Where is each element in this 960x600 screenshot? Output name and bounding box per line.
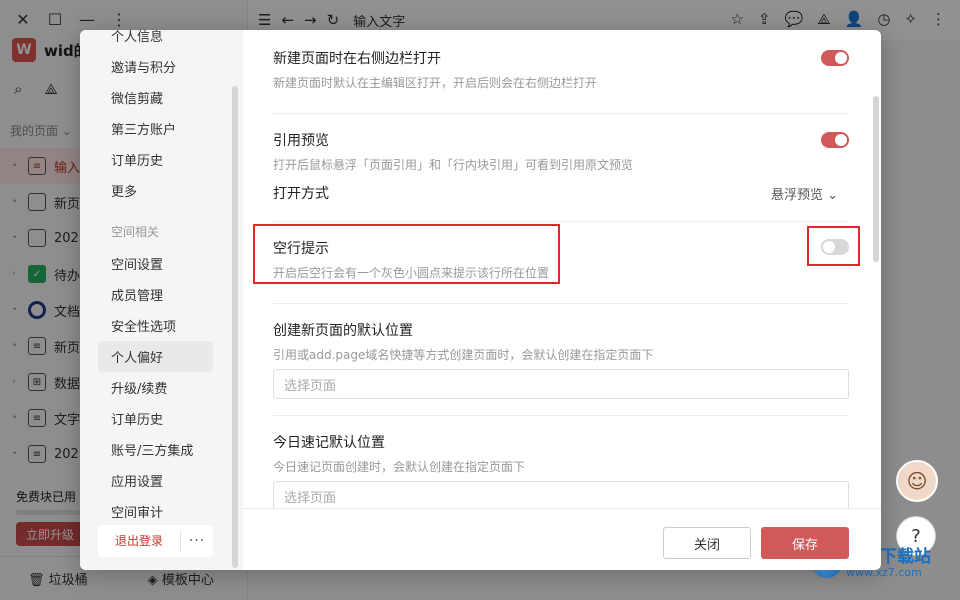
setting-desc: 打开后鼠标悬浮「页面引用」和「行内块引用」可看到引用原文预览: [273, 158, 634, 172]
setting-title: 新建页面时在右侧边栏打开: [273, 51, 441, 67]
toggle-new-page-right[interactable]: [821, 50, 849, 66]
nav-item-upgrade[interactable]: 升级/续费: [80, 372, 243, 403]
nav-section-space: 空间相关: [111, 225, 160, 239]
divider: [273, 113, 849, 114]
highlight-box-setting: [253, 224, 560, 284]
setting-daily-note-default: 今日速记默认位置 今日速记页面创建时，会默认创建在指定页面下: [273, 432, 849, 475]
setting-desc: 引用或add.page域名快捷等方式创建页面时，会默认创建在指定页面下: [273, 348, 654, 362]
nav-item-app-settings[interactable]: 应用设置: [80, 465, 243, 496]
setting-open-mode: 打开方式: [273, 183, 849, 203]
settings-content: 新建页面时在右侧边栏打开 新建页面时默认在主编辑区打开，开启后则会在右侧边栏打开…: [243, 30, 881, 508]
nav-item-third-party[interactable]: 第三方账户: [80, 113, 243, 144]
setting-desc: 今日速记页面创建时，会默认创建在指定页面下: [273, 460, 526, 474]
avatar[interactable]: ☺: [896, 460, 938, 502]
open-mode-select[interactable]: 悬浮预览 ⌄: [771, 184, 838, 203]
setting-title: 创建新页面的默认位置: [273, 323, 413, 339]
nav-scrollbar[interactable]: [232, 86, 238, 568]
setting-new-page-default: 创建新页面的默认位置 引用或add.page域名快捷等方式创建页面时，会默认创建…: [273, 320, 849, 363]
settings-nav: 个人信息 邀请与积分 微信剪藏 第三方账户 订单历史 更多 空间相关 空间设置 …: [80, 30, 243, 570]
setting-new-page-right: 新建页面时在右侧边栏打开 新建页面时默认在主编辑区打开，开启后则会在右侧边栏打开: [273, 48, 849, 91]
nav-item-more[interactable]: 更多: [80, 175, 243, 206]
nav-item-wechat-clip[interactable]: 微信剪藏: [80, 82, 243, 113]
toggle-knob: [835, 134, 847, 146]
content-scrollbar[interactable]: [873, 96, 879, 262]
setting-ref-preview: 引用预览 打开后鼠标悬浮「页面引用」和「行内块引用」可看到引用原文预览: [273, 130, 849, 173]
toggle-ref-preview[interactable]: [821, 132, 849, 148]
divider: [273, 415, 849, 416]
divider: [273, 303, 849, 304]
setting-desc: 新建页面时默认在主编辑区打开，开启后则会在右侧边栏打开: [273, 76, 598, 90]
modal-footer: 关闭 保存: [243, 508, 881, 570]
nav-item-profile[interactable]: 个人信息: [80, 30, 243, 51]
logout-button[interactable]: 退出登录: [98, 530, 181, 552]
divider: [273, 221, 849, 222]
highlight-box-toggle: [807, 226, 860, 266]
toggle-knob: [835, 52, 847, 64]
settings-modal: 个人信息 邀请与积分 微信剪藏 第三方账户 订单历史 更多 空间相关 空间设置 …: [80, 30, 881, 570]
nav-item-security[interactable]: 安全性选项: [80, 310, 243, 341]
more-horizontal-icon[interactable]: ···: [181, 533, 213, 549]
close-button[interactable]: 关闭: [663, 527, 751, 559]
setting-title: 今日速记默认位置: [273, 435, 385, 451]
nav-item-preferences[interactable]: 个人偏好: [98, 341, 213, 372]
nav-item-audit[interactable]: 空间审计: [80, 496, 243, 527]
save-button[interactable]: 保存: [761, 527, 849, 559]
nav-item-invite[interactable]: 邀请与积分: [80, 51, 243, 82]
nav-footer: 退出登录 ···: [98, 525, 213, 557]
nav-item-space-settings[interactable]: 空间设置: [80, 248, 243, 279]
setting-title: 引用预览: [273, 133, 329, 149]
nav-item-integrations[interactable]: 账号/三方集成: [80, 434, 243, 465]
nav-item-space-orders[interactable]: 订单历史: [80, 403, 243, 434]
open-mode-label: 打开方式: [273, 186, 329, 202]
nav-item-members[interactable]: 成员管理: [80, 279, 243, 310]
nav-item-orders[interactable]: 订单历史: [80, 144, 243, 175]
daily-note-default-select[interactable]: 选择页面: [273, 481, 849, 508]
new-page-default-select[interactable]: 选择页面: [273, 369, 849, 399]
